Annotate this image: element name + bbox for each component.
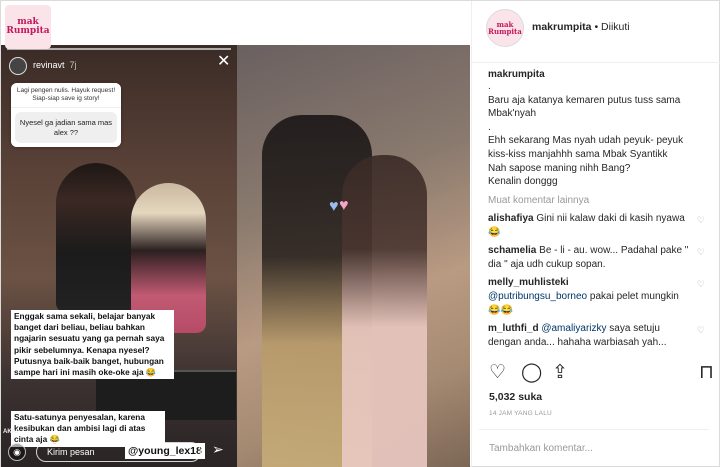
- bookmark-icon[interactable]: ⊓: [699, 363, 714, 382]
- comment-username[interactable]: melly_muhlisteki: [488, 277, 569, 288]
- heart-sticker-icon: ♥: [329, 198, 339, 215]
- send-icon[interactable]: ➢: [212, 441, 224, 458]
- comment-item: schamelia Be - li - au. wow... Padahal p…: [488, 244, 705, 272]
- comment-mention[interactable]: @putribungsu_borneo: [488, 291, 587, 302]
- device-brand-mark: AKAI: [3, 429, 18, 435]
- comment-mention[interactable]: @amaliyarizky: [541, 323, 606, 334]
- camera-icon[interactable]: ◉: [8, 443, 26, 461]
- question-header: Lagi pengen nulis. Hayuk request! Siap-s…: [11, 83, 121, 108]
- add-comment-input[interactable]: Tambahkan komentar...: [489, 443, 593, 454]
- comment-like-icon[interactable]: ♡: [697, 246, 705, 259]
- comment-item: melly_muhlisteki @putribungsu_borneo pak…: [488, 276, 705, 318]
- story-time: 7j: [69, 60, 77, 70]
- heart-icon[interactable]: ♡: [489, 363, 506, 382]
- comment-icon[interactable]: ◯: [521, 363, 542, 382]
- post-header: mak Rumpita makrumpita • Diikuti: [472, 1, 720, 63]
- story-message-bar: ◉ Kirim pesan ➢: [1, 436, 237, 467]
- person-figure: [342, 155, 427, 467]
- comment-like-icon[interactable]: ♡: [697, 278, 705, 291]
- caption-line: Nah sapose maning nihh Bang?: [488, 162, 631, 174]
- question-sticker: Lagi pengen nulis. Hayuk request! Siap-s…: [11, 83, 121, 148]
- comments-area: makrumpita . Baru aja katanya kemaren pu…: [472, 69, 720, 353]
- comment-item: alishafiya Gini nii kalaw daki di kasih …: [488, 212, 705, 240]
- story-username: revinavt 7j: [33, 60, 77, 70]
- comment-like-icon[interactable]: ♡: [697, 324, 705, 337]
- watermark-logo: mak Rumpita: [5, 5, 51, 49]
- post-timestamp: 14 JAM YANG LALU: [489, 410, 552, 417]
- caption-text: . Baru aja katanya kemaren putus tuss sa…: [488, 80, 705, 189]
- post-actions: ♡ ◯ ⇪ ⊓: [489, 363, 719, 387]
- comment-username[interactable]: schamelia: [488, 245, 536, 256]
- caption-line: .: [488, 121, 491, 133]
- account-avatar[interactable]: mak Rumpita: [486, 9, 524, 47]
- header-username[interactable]: makrumpita: [532, 21, 592, 33]
- header-user-line: makrumpita • Diikuti: [532, 21, 630, 33]
- caption-line: .: [488, 81, 491, 92]
- story-screenshot: revinavt 7j ✕ Lagi pengen nulis. Hayuk r…: [1, 45, 237, 467]
- story-caption-1: Enggak sama sekali, belajar banyak bange…: [11, 310, 174, 380]
- post-image[interactable]: revinavt 7j ✕ Lagi pengen nulis. Hayuk r…: [1, 45, 470, 467]
- caption-username[interactable]: makrumpita: [488, 69, 705, 80]
- person-figure: [56, 163, 136, 313]
- story-username-text: revinavt: [33, 60, 65, 70]
- comment-username[interactable]: alishafiya: [488, 213, 534, 224]
- follow-status[interactable]: • Diikuti: [594, 21, 629, 33]
- message-input[interactable]: Kirim pesan: [36, 442, 201, 462]
- caption-line: Baru aja katanya kemaren putus tuss sama…: [488, 94, 681, 120]
- comment-item: m_luthfi_d @amaliyarizky saya setuju den…: [488, 322, 705, 350]
- heart-sticker-icon: ♥: [339, 197, 349, 214]
- load-more-comments-link[interactable]: Muat komentar lainnya: [488, 195, 705, 206]
- close-icon[interactable]: ✕: [217, 54, 230, 70]
- couple-photo: ♥ ♥: [237, 45, 470, 467]
- comment-like-icon[interactable]: ♡: [697, 214, 705, 227]
- story-avatar: [9, 57, 27, 75]
- post-frame: mak Rumpita revinavt 7j ✕ Lagi pengen nul…: [0, 0, 720, 467]
- comment-username[interactable]: m_luthfi_d: [488, 323, 539, 334]
- like-count[interactable]: 5,032 suka: [489, 391, 542, 403]
- caption-line: Ehh sekarang Mas nyah udah peyuk- peyuk …: [488, 135, 684, 160]
- caption-line: Kenalin donggg: [488, 176, 558, 188]
- share-icon[interactable]: ⇪: [552, 363, 568, 382]
- avatar-logo-line-2: Rumpita: [488, 27, 522, 36]
- question-answer: Nyesel ga jadian sama mas alex ??: [15, 111, 117, 144]
- divider: [479, 429, 709, 430]
- logo-line-2: Rumpita: [6, 26, 50, 36]
